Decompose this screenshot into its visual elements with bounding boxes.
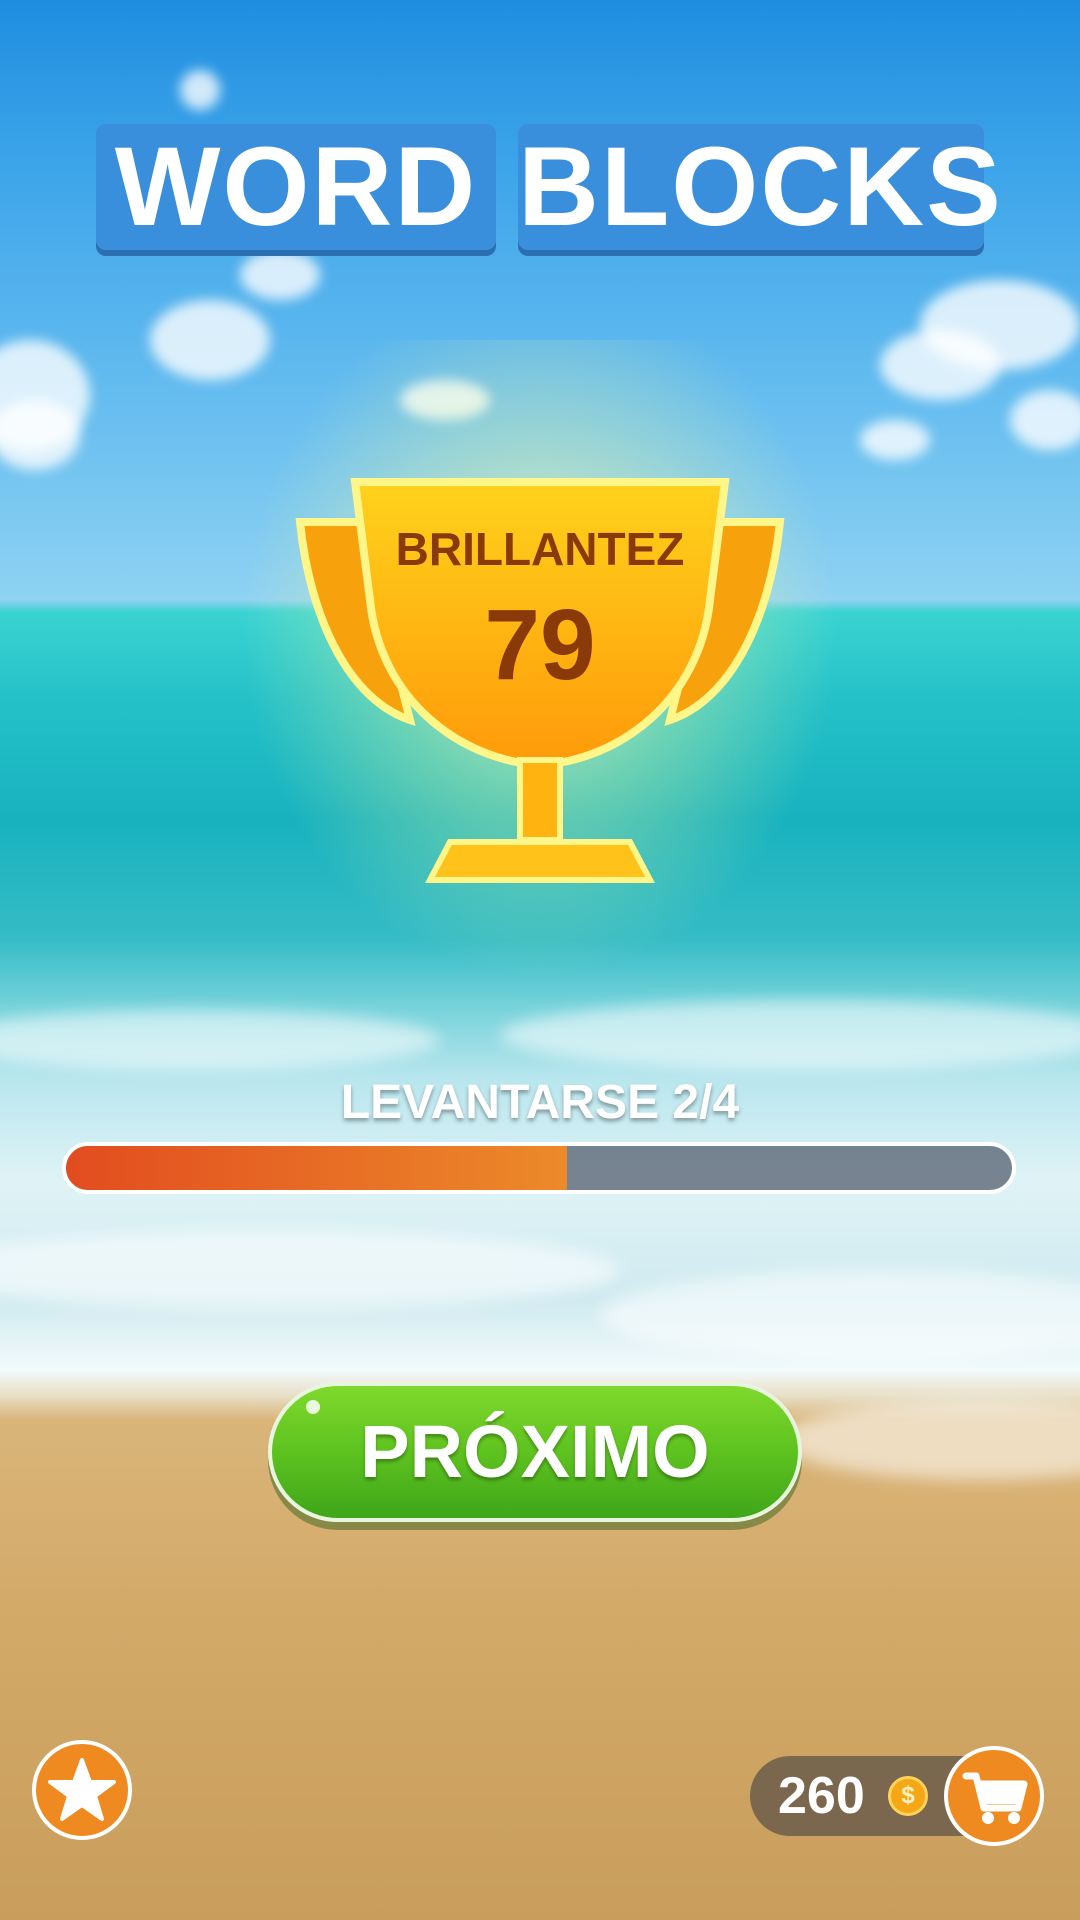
logo-word-1: WORD bbox=[114, 124, 478, 249]
trophy-title: BRILLANTEZ bbox=[395, 523, 685, 575]
shop-button[interactable] bbox=[944, 1746, 1044, 1846]
coin-count: 260 bbox=[778, 1767, 865, 1825]
star-icon bbox=[48, 1758, 116, 1821]
trophy: BRILLANTEZ 79 bbox=[290, 470, 790, 890]
favorite-button[interactable] bbox=[32, 1740, 132, 1840]
level-progress-fill bbox=[66, 1146, 568, 1190]
coin-icon: $ bbox=[888, 1776, 928, 1816]
level-progress-label: LEVANTARSE 2/4 bbox=[340, 1076, 740, 1129]
next-button[interactable]: PRÓXIMO bbox=[268, 1382, 802, 1522]
cart-icon bbox=[962, 1772, 1028, 1824]
trophy-score: 79 bbox=[484, 589, 596, 701]
logo-word-2: BLOCKS bbox=[518, 124, 1003, 249]
game-logo: WORD BLOCKS bbox=[96, 124, 1003, 254]
level-progress-bar bbox=[62, 1142, 1016, 1194]
